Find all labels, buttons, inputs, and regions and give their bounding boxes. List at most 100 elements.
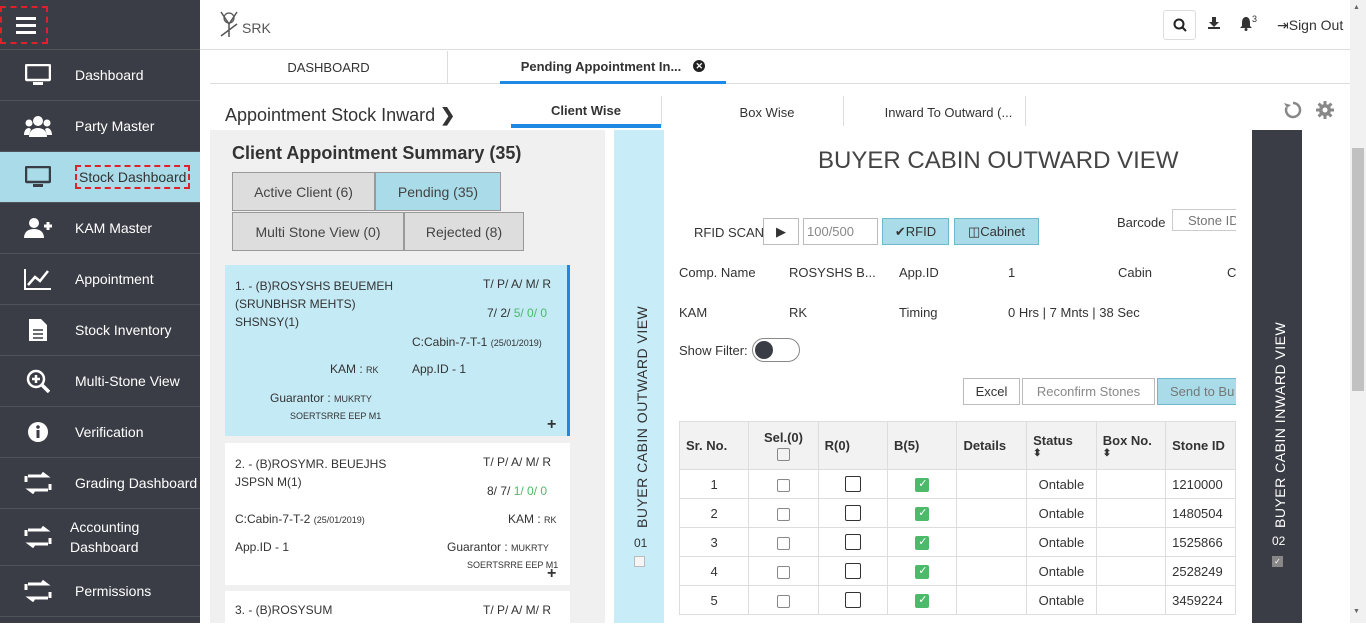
col-box-no[interactable]: Box No. ⬍ <box>1095 421 1167 470</box>
select-all-checkbox[interactable] <box>776 447 790 461</box>
hamburger-icon[interactable] <box>0 6 48 44</box>
plus-icon[interactable]: + <box>547 416 556 434</box>
subtab-box-wise[interactable]: Box Wise <box>690 96 844 128</box>
notification-count: 3 <box>1252 14 1258 24</box>
stone-id-input[interactable] <box>1172 209 1236 231</box>
reconfirm-stones-button[interactable]: Reconfirm Stones <box>1022 378 1155 405</box>
sidebar-item-label: Appointment <box>75 271 154 287</box>
b-checkbox-checked[interactable] <box>915 477 930 492</box>
appointment-card[interactable]: 2. - (B)ROSYMR. BEUEJHS JSPSN M(1) T/ P/… <box>225 443 570 585</box>
sidebar-item-appointment[interactable]: Appointment <box>0 254 200 305</box>
bell-icon[interactable] <box>1239 16 1253 31</box>
stone-id-cell: 3459224 <box>1165 585 1236 615</box>
scroll-down-icon[interactable]: ▼ <box>1353 608 1360 615</box>
sel-cell <box>748 469 819 499</box>
stone-id-cell: 2528249 <box>1165 556 1236 586</box>
download-icon[interactable] <box>1207 16 1221 30</box>
sidebar-item-kam-master[interactable]: KAM Master <box>0 203 200 254</box>
menu-toggle[interactable] <box>0 0 200 50</box>
r-checkbox[interactable] <box>844 563 861 580</box>
col-details: Details <box>956 421 1028 470</box>
sidebar-item-stock-dashboard[interactable]: Stock Dashboard <box>0 152 200 203</box>
tpamr-label: T/ P/ A/ M/ R <box>483 455 552 469</box>
search-button[interactable] <box>1163 10 1196 40</box>
rfid-button[interactable]: ✔ RFID <box>882 218 949 245</box>
outward-view-strip[interactable]: BUYER CABIN OUTWARD VIEW 01 <box>614 130 664 623</box>
monitor-icon <box>0 166 75 188</box>
gear-icon[interactable] <box>1315 100 1335 120</box>
filter-multi-stone[interactable]: Multi Stone View (0) <box>232 212 404 251</box>
plus-icon[interactable]: + <box>547 565 556 583</box>
tab-dashboard[interactable]: DASHBOARD <box>210 51 448 84</box>
rfid-count-input[interactable] <box>803 218 878 245</box>
r-checkbox[interactable] <box>844 476 861 493</box>
kam-value: RK <box>544 515 557 525</box>
col-status[interactable]: Status ⬍ <box>1026 421 1097 470</box>
excel-button[interactable]: Excel <box>963 378 1020 405</box>
b-checkbox-checked[interactable] <box>915 564 930 579</box>
filter-active-client[interactable]: Active Client (6) <box>232 172 375 211</box>
sidebar-item-multi-stone-view[interactable]: Multi-Stone View <box>0 356 200 407</box>
guarantor: Guarantor : MUKRTY <box>270 391 372 405</box>
filter-pending[interactable]: Pending (35) <box>375 172 501 211</box>
divider <box>843 96 844 126</box>
r-cell <box>817 498 889 528</box>
scroll-up-icon[interactable]: ▲ <box>1353 4 1360 11</box>
play-button[interactable]: ▶ <box>763 218 799 245</box>
r-checkbox[interactable] <box>844 592 861 609</box>
tab-pending-appointment[interactable]: Pending Appointment In... ✕ <box>500 51 726 84</box>
table-row[interactable]: 3 Ontable 1525866 <box>678 527 1236 557</box>
kam-label: KAM : <box>330 362 367 376</box>
sidebar-item-dashboard[interactable]: Dashboard <box>0 50 200 101</box>
page-title: Appointment Stock Inward ❯ <box>225 105 455 126</box>
sidebar-item-label: Party Master <box>75 118 155 134</box>
r-checkbox[interactable] <box>844 534 861 551</box>
r-checkbox[interactable] <box>844 505 861 522</box>
close-icon[interactable]: ✕ <box>693 60 706 72</box>
row-select-checkbox[interactable] <box>776 507 790 521</box>
guarantor-detail: SOERTSRRE EEP M1 <box>467 560 559 570</box>
table-row[interactable]: 4 Ontable 2528249 <box>678 556 1236 586</box>
row-select-checkbox[interactable] <box>776 565 790 579</box>
send-to-buyer-button[interactable]: Send to Bu <box>1157 378 1236 405</box>
columns-icon: ◫ <box>967 223 981 239</box>
row-select-checkbox[interactable] <box>776 594 790 608</box>
sidebar-item-stock-inventory[interactable]: Stock Inventory <box>0 305 200 356</box>
sidebar-item-label: Dashboard <box>75 67 144 83</box>
b-checkbox-checked[interactable] <box>915 506 930 521</box>
inward-view-strip[interactable]: BUYER CABIN INWARD VIEW 02 ✓ <box>1252 130 1302 623</box>
table-row[interactable]: 5 Ontable 3459224 <box>678 585 1236 615</box>
table-row[interactable]: 1 Ontable 1210000 <box>678 469 1236 499</box>
cabinet-button[interactable]: ◫ Cabinet <box>954 218 1039 245</box>
signout-link[interactable]: ⇥Sign Out <box>1277 17 1343 34</box>
row-select-checkbox[interactable] <box>776 478 790 492</box>
subtab-client-wise[interactable]: Client Wise <box>511 96 661 128</box>
status-cell: Ontable <box>1026 556 1097 586</box>
refresh-icon[interactable] <box>1283 100 1303 120</box>
sidebar-item-label: Stock Dashboard <box>75 165 191 189</box>
row-select-checkbox[interactable] <box>776 536 790 550</box>
inward-checkbox[interactable]: ✓ <box>1272 556 1283 567</box>
guarantor-value: MUKRTY <box>334 394 372 404</box>
outward-checkbox[interactable] <box>634 556 645 567</box>
table-row[interactable]: 2 Ontable 1480504 <box>678 498 1236 528</box>
sidebar-item-verification[interactable]: Verification <box>0 407 200 458</box>
b-checkbox-checked[interactable] <box>915 593 930 608</box>
kam-value: RK <box>789 305 808 320</box>
sidebar-item-permissions[interactable]: Permissions <box>0 566 200 617</box>
sidebar-item-accounting-dashboard[interactable]: Accounting Dashboard <box>0 509 200 566</box>
subtab-inward-to-outward[interactable]: Inward To Outward (... <box>870 96 1027 128</box>
b-checkbox-checked[interactable] <box>915 535 930 550</box>
sidebar-item-party-master[interactable]: Party Master <box>0 101 200 152</box>
show-filter-toggle[interactable] <box>752 338 800 362</box>
line-chart-icon <box>0 268 75 290</box>
appointment-card[interactable]: 1. - (B)ROSYSHS BEUEMEH (SRUNBHSR MEHTS)… <box>225 265 570 436</box>
filter-rejected[interactable]: Rejected (8) <box>404 212 524 251</box>
sidebar-item-grading-dashboard[interactable]: Grading Dashboard <box>0 458 200 509</box>
scroll-thumb[interactable] <box>1352 148 1364 391</box>
tpamr-label: T/ P/ A/ M/ R <box>483 603 552 617</box>
appointment-card[interactable]: 3. - (B)ROSYSUM T/ P/ A/ M/ R <box>225 591 570 631</box>
send-label: Send to Bu <box>1170 384 1235 399</box>
scrollbar[interactable]: ▲ ▼ <box>1350 0 1366 623</box>
chevron-right-icon: ❯ <box>435 105 456 125</box>
